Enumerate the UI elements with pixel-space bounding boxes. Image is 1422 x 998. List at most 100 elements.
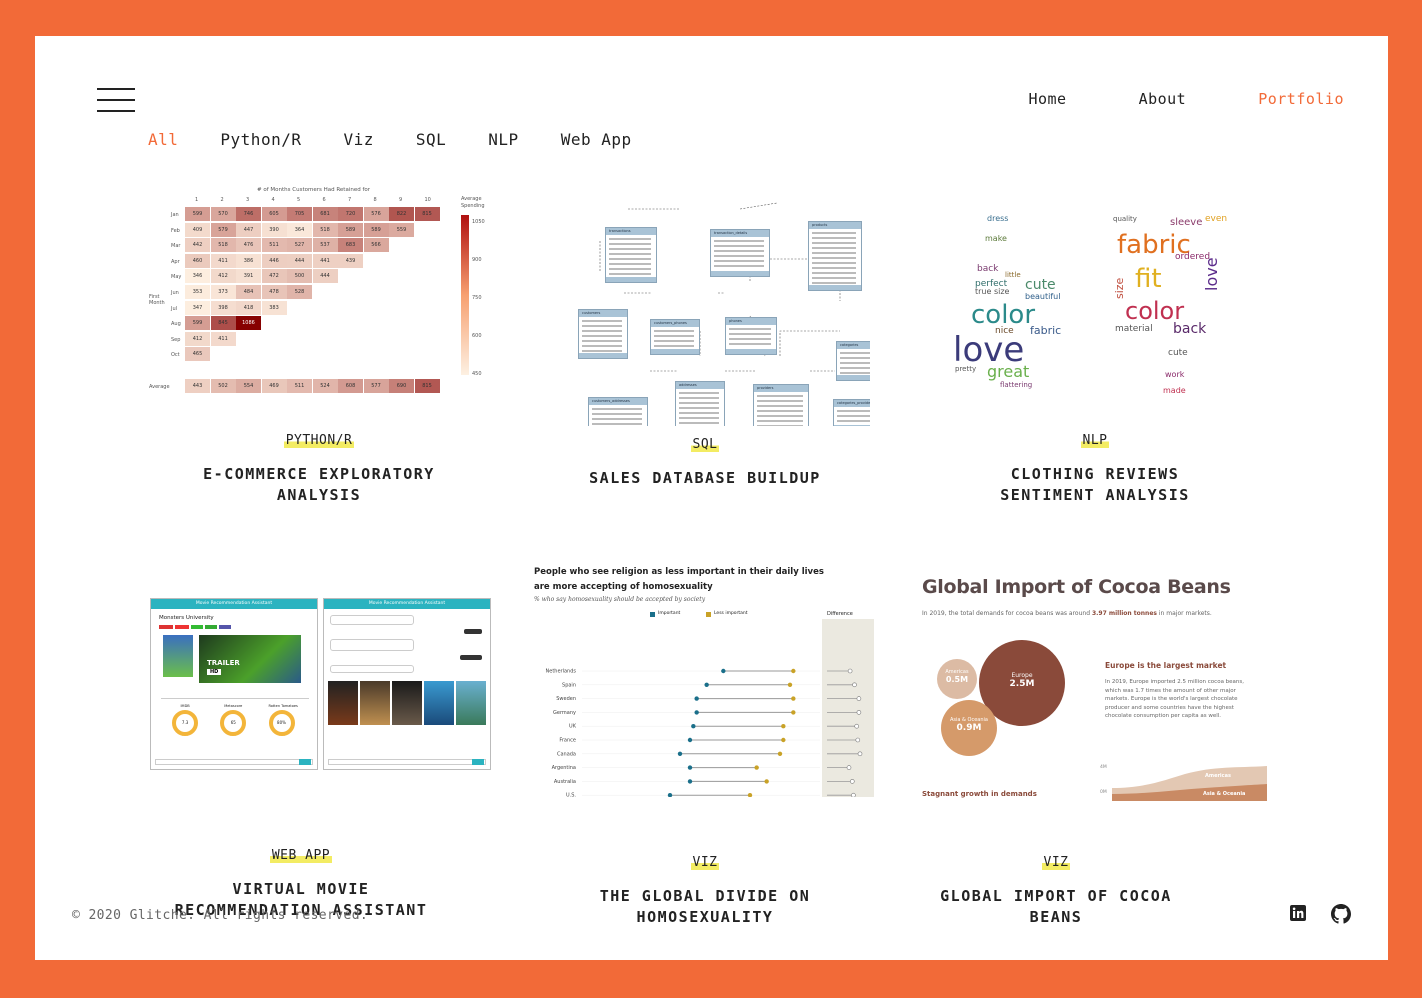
heatmap-cell: 472 [261,269,287,284]
heatmap-col-label: 3 [246,197,250,203]
difference-dot [855,737,861,743]
schema-table-categories-providers: categories_providers [833,399,870,426]
heatmap-row-label: Jan [171,212,179,218]
score-label: Rotten Tomatoes [268,704,298,708]
heatmap-cell: 391 [236,269,261,284]
hamburger-menu-icon[interactable] [97,88,135,112]
cocoa-axis-top: 4M [1100,765,1107,770]
webapp-right-panel: Movie Recommendation Assistant [323,598,491,770]
dot-important [691,724,696,729]
heatmap-cell: 353 [185,285,210,299]
project-card-cocoa-import[interactable]: Global Import of Cocoa Beans In 2019, th… [915,566,1267,926]
filter-python-r[interactable]: Python/R [220,130,301,149]
dot-less-important [781,737,786,743]
heatmap-cell: 476 [236,238,261,253]
heatmap-cell: 347 [185,300,210,315]
schema-table-phones: phones [725,317,777,355]
heatmap-cell: 444 [312,269,338,284]
heatmap-col-label: 10 [424,197,431,203]
project-card-movie-assistant[interactable]: Movie Recommendation Assistant Monsters … [148,596,506,919]
heatmap-cell: 386 [236,253,261,268]
project-title: GLOBAL IMPORT OF COCOA BEANS [940,887,1172,926]
heatmap-cell: 439 [338,253,363,268]
filter-web-app[interactable]: Web App [561,130,632,149]
schema-table-transaction-details: transaction_details [710,229,770,277]
heatmap-cell: 822 [389,207,414,221]
metascore: 65 [220,710,247,736]
country-label: Canada [557,751,576,757]
project-card-clothing-reviews[interactable]: dress make back perfect cute true size b… [935,181,1255,511]
project-tag: NLP [1080,433,1110,448]
country-label: Argentina [552,765,576,771]
heatmap-col-label: 1 [195,197,199,203]
webapp-movie-title: Monsters University [159,615,214,621]
heatmap-cell: 845 [210,316,236,331]
heatmap-row-label: Jul [171,305,178,312]
nav-portfolio-link[interactable]: Portfolio [1258,90,1344,108]
svg-text:material: material [1115,324,1153,334]
heatmap-average-cell: 511 [287,378,312,393]
heatmap-cell: 559 [389,222,414,237]
difference-dot [856,710,862,715]
heatmap-cell: 364 [287,222,312,237]
heatmap-cell: 442 [185,238,210,253]
heatmap-cell: 465 [185,347,210,362]
difference-dot [854,723,860,729]
heatmap-cell: 537 [312,238,338,253]
filter-all[interactable]: All [148,130,178,149]
heatmap-row-label: Feb [171,227,180,234]
schema-table-providers: providers [753,384,809,426]
heatmap-cell: 605 [261,207,287,221]
project-thumbnail-wordcloud[interactable]: dress make back perfect cute true size b… [935,181,1255,406]
heatmap-average-label: Average [149,383,170,390]
cocoa-axis-bottom: 0M [1100,790,1107,795]
dot-important [694,696,699,701]
heatmap-cell: 373 [210,285,236,299]
heatmap-cell: 441 [312,253,338,268]
project-title: SALES DATABASE BUILDUP [589,469,821,487]
dot-less-important [764,779,769,784]
project-thumbnail-heatmap[interactable]: # of Months Customers Had Retained for A… [149,181,489,411]
heatmap-row-label: May [171,274,182,281]
heatmap-cell: 511 [261,238,287,253]
heatmap-average-cell: 554 [236,378,261,393]
difference-dot [857,751,863,757]
dot-important [687,737,693,743]
filter-nlp[interactable]: NLP [488,130,518,149]
heatmap-cell: 683 [338,238,363,253]
project-tag: WEB APP [269,848,333,863]
project-thumbnail-dotplot[interactable]: People who see religion as less importan… [530,561,880,797]
filter-viz[interactable]: Viz [343,130,373,149]
schema-table-categories: categories [836,341,870,381]
project-thumbnail-cocoa[interactable]: Global Import of Cocoa Beans In 2019, th… [915,566,1267,802]
dot-less-important [787,682,793,687]
filter-sql[interactable]: SQL [416,130,446,149]
nav-about-link[interactable]: About [1139,90,1187,108]
heatmap-cell: 460 [185,253,210,268]
svg-text:even: even [1205,214,1227,224]
dot-less-important [791,710,796,715]
project-thumbnail-schema[interactable]: transactions transaction_details products c… [540,181,870,426]
heatmap-col-label: 8 [373,197,377,203]
difference-dot [849,779,855,784]
github-icon[interactable] [1331,904,1351,924]
dotplot-chart: Netherlands Spain Sweden Germany UK France Can… [546,669,863,797]
heatmap-col-label: 6 [322,197,326,203]
nav-home-link[interactable]: Home [1028,90,1066,108]
dot-important [694,710,699,715]
dot-important [667,793,673,797]
heatmap-average-cell: 443 [185,378,210,393]
linkedin-icon[interactable] [1289,904,1309,924]
country-label: Sweden [556,696,576,702]
heatmap-legend-tick: 600 [472,333,482,339]
project-card-global-divide[interactable]: People who see religion as less importan… [530,561,880,926]
svg-text:back: back [977,264,999,274]
project-thumbnail-webapp[interactable]: Movie Recommendation Assistant Monsters … [148,596,493,774]
project-card-ecommerce[interactable]: # of Months Customers Had Retained for A… [149,181,489,511]
heatmap-row-label: Sep [171,336,181,343]
project-card-sales-db[interactable]: transactions transaction_details products c… [540,181,870,511]
schema-table-customers-phones: customers_phones [650,319,700,355]
heatmap-cell: 528 [287,285,312,299]
schema-table-customers-addresses: customers_addresses [588,397,648,426]
cocoa-title: Global Import of Cocoa Beans [922,576,1231,598]
